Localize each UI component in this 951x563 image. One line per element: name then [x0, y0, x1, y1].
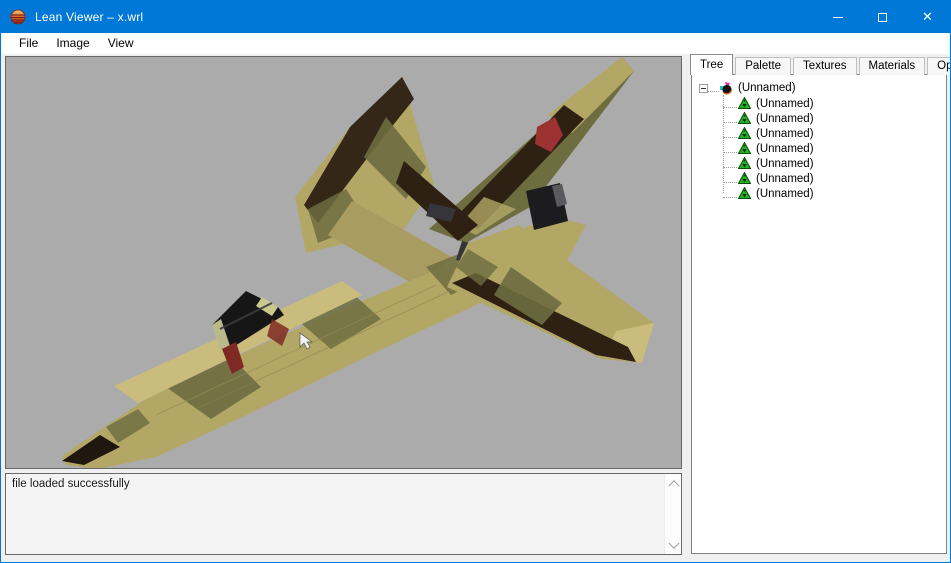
app-window: Lean Viewer – x.wrl ✕ File Image View — [0, 0, 951, 563]
log-message: file loaded successfully — [12, 478, 130, 490]
tree-node-label[interactable]: (Unnamed) — [754, 188, 816, 200]
mesh-node-icon — [738, 172, 751, 185]
menu-view[interactable]: View — [99, 33, 143, 54]
scene-root-icon — [720, 82, 733, 95]
tree-child-node[interactable]: (Unnamed) — [692, 141, 946, 156]
mesh-node-icon — [738, 97, 751, 110]
tree-node-label[interactable]: (Unnamed) — [754, 113, 816, 125]
tree-node-label[interactable]: (Unnamed) — [754, 98, 816, 110]
tree-connector-line — [723, 95, 724, 193]
tree-connector — [723, 175, 737, 183]
tree-child-node[interactable]: (Unnamed) — [692, 186, 946, 201]
tree-connector — [723, 115, 737, 123]
tab-materials-label: Materials — [869, 60, 916, 72]
tree-child-node[interactable]: (Unnamed) — [692, 111, 946, 126]
tab-tree-label: Tree — [700, 59, 723, 71]
tab-options[interactable]: Options — [927, 57, 951, 75]
tab-options-label: Options — [937, 60, 951, 72]
mesh-node-icon — [738, 187, 751, 200]
tree-node-label[interactable]: (Unnamed) — [754, 158, 816, 170]
menu-bar: File Image View — [2, 33, 949, 54]
collapse-icon[interactable] — [699, 84, 708, 93]
tab-strip: Tree Palette Textures Materials Options — [690, 54, 951, 75]
tree-child-node[interactable]: (Unnamed) — [692, 156, 946, 171]
mesh-node-icon — [738, 142, 751, 155]
tree-connector — [723, 100, 737, 108]
viewport-3d[interactable] — [5, 56, 682, 469]
maximize-button[interactable] — [860, 1, 905, 33]
tree-connector — [723, 190, 737, 198]
tab-palette-label: Palette — [745, 60, 781, 72]
mesh-node-icon — [738, 157, 751, 170]
tab-textures-label: Textures — [803, 60, 846, 72]
jet-model — [6, 57, 681, 468]
tree-child-node[interactable]: (Unnamed) — [692, 96, 946, 111]
tree-connector — [723, 145, 737, 153]
title-bar: Lean Viewer – x.wrl ✕ — [1, 1, 950, 33]
tree-node-label[interactable]: (Unnamed) — [754, 143, 816, 155]
scroll-down-icon[interactable] — [665, 537, 682, 554]
tab-materials[interactable]: Materials — [859, 57, 926, 75]
minimize-icon — [833, 17, 843, 18]
log-panel: file loaded successfully — [5, 473, 682, 555]
tree-child-node[interactable]: (Unnamed) — [692, 126, 946, 141]
tree-connector — [708, 84, 719, 92]
menu-file[interactable]: File — [10, 33, 47, 54]
minimize-button[interactable] — [815, 1, 860, 33]
tab-tree[interactable]: Tree — [690, 54, 733, 75]
close-button[interactable]: ✕ — [905, 1, 950, 33]
tree-node-label[interactable]: (Unnamed) — [754, 128, 816, 140]
app-icon — [10, 9, 26, 25]
log-scrollbar[interactable] — [664, 474, 681, 554]
tree-connector — [723, 160, 737, 168]
scroll-up-icon[interactable] — [665, 474, 682, 491]
tab-textures[interactable]: Textures — [793, 57, 856, 75]
tab-palette[interactable]: Palette — [735, 57, 791, 75]
tree-connector — [723, 130, 737, 138]
mesh-node-icon — [738, 112, 751, 125]
window-title: Lean Viewer – x.wrl — [35, 10, 143, 24]
tree-root-node[interactable]: (Unnamed) — [692, 80, 946, 96]
tree-node-label[interactable]: (Unnamed) — [736, 82, 798, 94]
menu-image[interactable]: Image — [47, 33, 98, 54]
maximize-icon — [878, 13, 887, 22]
scene-tree-panel: (Unnamed) (Unnamed) (Unnamed) (Unnamed) — [691, 74, 947, 554]
mesh-node-icon — [738, 127, 751, 140]
tree-child-node[interactable]: (Unnamed) — [692, 171, 946, 186]
close-icon: ✕ — [922, 11, 933, 24]
tree-node-label[interactable]: (Unnamed) — [754, 173, 816, 185]
